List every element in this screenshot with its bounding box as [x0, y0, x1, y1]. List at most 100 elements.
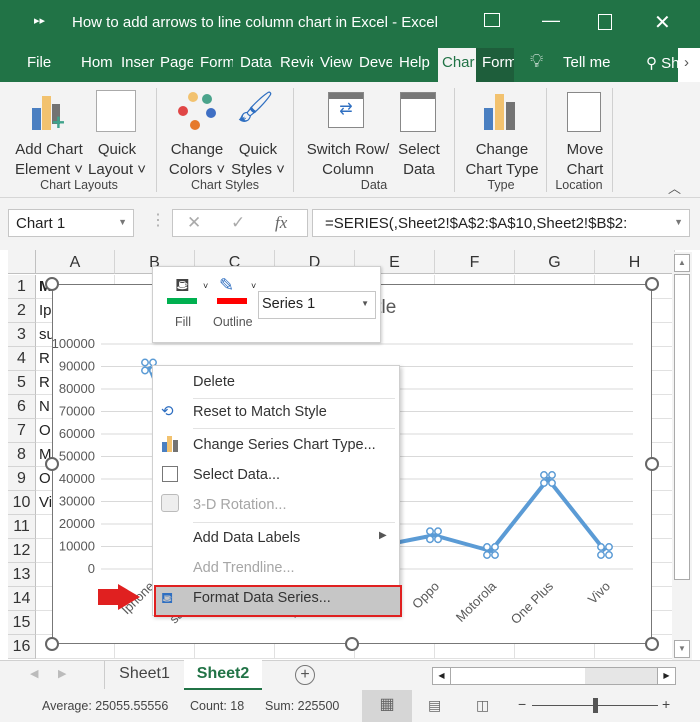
tell-me-search[interactable]: Tell me: [563, 54, 611, 71]
row-header-15[interactable]: 15: [8, 611, 36, 635]
scroll-down-icon[interactable]: ▼: [674, 640, 690, 658]
row-header-12[interactable]: 12: [8, 539, 36, 563]
add-chart-element-button[interactable]: Add Chart Element ˅: [8, 140, 90, 180]
quick-styles-button[interactable]: Quick Styles ˅: [228, 140, 288, 180]
data-point-handle[interactable]: [491, 551, 499, 559]
scroll-thumb[interactable]: [451, 668, 585, 684]
lightbulb-icon[interactable]: 💡︎: [530, 51, 543, 73]
quick-layout-button[interactable]: Quick Layout ˅: [84, 140, 150, 180]
tab-insert[interactable]: Inser: [121, 54, 154, 71]
row-header-7[interactable]: 7: [8, 419, 36, 443]
minimize-icon[interactable]: —: [542, 10, 560, 31]
resize-handle[interactable]: [645, 277, 659, 291]
row-header-4[interactable]: 4: [8, 347, 36, 371]
horizontal-scrollbar[interactable]: ◀ ▶: [432, 667, 676, 685]
scroll-up-icon[interactable]: ▲: [674, 254, 690, 272]
change-colors-button[interactable]: Change Colors ˅: [166, 140, 228, 180]
row-header-11[interactable]: 11: [8, 515, 36, 539]
row-header-13[interactable]: 13: [8, 563, 36, 587]
sheet-tab-sheet2[interactable]: Sheet2: [184, 660, 262, 690]
maximize-icon[interactable]: [598, 14, 612, 30]
insert-function-icon[interactable]: fx: [275, 213, 287, 233]
vertical-scrollbar[interactable]: ▲ ▼: [672, 252, 692, 660]
row-header-1[interactable]: 1: [8, 275, 36, 299]
data-point-handle[interactable]: [540, 479, 548, 487]
data-point-handle[interactable]: [605, 551, 613, 559]
scroll-right-icon[interactable]: ▶: [657, 668, 675, 684]
scroll-tabs-right[interactable]: ›: [678, 48, 700, 82]
resize-handle[interactable]: [45, 277, 59, 291]
resize-handle[interactable]: [45, 457, 59, 471]
row-header-14[interactable]: 14: [8, 587, 36, 611]
quick-access-icon[interactable]: ▸▸: [34, 14, 45, 27]
data-point-handle[interactable]: [426, 527, 434, 536]
row-header-6[interactable]: 6: [8, 395, 36, 419]
zoom-out-icon[interactable]: −: [518, 696, 526, 712]
column-header-G[interactable]: G: [515, 250, 595, 274]
series-select[interactable]: Series 1 ▼: [258, 291, 376, 319]
add-sheet-icon[interactable]: +: [295, 665, 315, 685]
tab-formulas[interactable]: Form: [200, 54, 233, 71]
row-header-16[interactable]: 16: [8, 635, 36, 659]
zoom-slider-thumb[interactable]: [593, 698, 598, 713]
data-point-handle[interactable]: [141, 366, 149, 375]
fill-button[interactable]: ⛾ ˅ Fill: [167, 275, 208, 329]
switch-row-column-button[interactable]: Switch Row/Column: [303, 140, 393, 180]
scroll-thumb[interactable]: [674, 274, 690, 580]
row-header-3[interactable]: 3: [8, 323, 36, 347]
tab-file[interactable]: File: [27, 54, 51, 71]
change-chart-type-button[interactable]: Change Chart Type: [458, 140, 546, 180]
data-point-handle[interactable]: [483, 551, 491, 559]
prev-sheet-icon[interactable]: ◀: [30, 667, 38, 680]
normal-view-icon[interactable]: ▦: [362, 690, 412, 722]
data-point-handle[interactable]: [434, 527, 442, 536]
data-point-handle[interactable]: [483, 543, 491, 551]
menu-item-change-series-chart-type[interactable]: Change Series Chart Type...: [193, 437, 376, 453]
formula-input[interactable]: =SERIES(,Sheet2!$A$2:$A$10,Sheet2!$B$2: ▼: [312, 209, 690, 237]
data-point-handle[interactable]: [426, 535, 434, 544]
row-header-5[interactable]: 5: [8, 371, 36, 395]
move-chart-button[interactable]: Move Chart: [554, 140, 616, 180]
data-point-handle[interactable]: [548, 479, 556, 487]
collapse-ribbon-icon[interactable]: ︿: [668, 178, 681, 197]
data-point-handle[interactable]: [540, 471, 548, 479]
tab-page-layout[interactable]: Page: [160, 54, 193, 71]
row-header-8[interactable]: 8: [8, 443, 36, 467]
expand-formula-icon[interactable]: ▼: [674, 217, 683, 227]
resize-handle[interactable]: [45, 637, 59, 651]
tab-review[interactable]: Revie: [280, 54, 313, 71]
tab-data[interactable]: Data: [240, 54, 273, 71]
row-header-10[interactable]: 10: [8, 491, 36, 515]
outline-button[interactable]: ✎ ˅ Outline: [213, 275, 263, 329]
column-header-F[interactable]: F: [435, 250, 515, 274]
page-layout-view-icon[interactable]: ▤: [428, 697, 441, 714]
sheet-tab-sheet1[interactable]: Sheet1: [104, 661, 184, 689]
data-point-handle[interactable]: [597, 543, 605, 551]
data-point-handle[interactable]: [491, 543, 499, 551]
enter-icon[interactable]: ✓: [231, 213, 245, 233]
menu-item-format-data-series[interactable]: Format Data Series...: [193, 590, 331, 606]
tab-help[interactable]: Help: [399, 54, 433, 71]
page-break-view-icon[interactable]: ◫: [476, 697, 489, 714]
menu-item-reset-to-match-style[interactable]: Reset to Match Style: [193, 404, 327, 420]
tab-chart-design[interactable]: Char: [438, 48, 476, 82]
zoom-slider[interactable]: [532, 698, 658, 713]
column-header-H[interactable]: H: [595, 250, 675, 274]
resize-handle[interactable]: [345, 637, 359, 651]
tab-view[interactable]: View: [320, 54, 353, 71]
data-point-handle[interactable]: [597, 551, 605, 559]
tab-home[interactable]: Hom: [81, 54, 115, 71]
tab-format[interactable]: Form: [476, 48, 514, 82]
cancel-icon[interactable]: ✕: [187, 213, 201, 233]
select-data-button[interactable]: Select Data: [393, 140, 445, 180]
tab-developer[interactable]: Deve: [359, 54, 392, 71]
column-header-A[interactable]: A: [36, 250, 115, 274]
menu-item-select-data[interactable]: Select Data...: [193, 467, 280, 483]
next-sheet-icon[interactable]: ▶: [58, 667, 66, 680]
scroll-left-icon[interactable]: ◀: [433, 668, 451, 684]
resize-handle[interactable]: [645, 457, 659, 471]
ribbon-display-icon[interactable]: [484, 13, 500, 27]
zoom-in-icon[interactable]: +: [662, 696, 670, 712]
menu-item-delete[interactable]: Delete: [193, 374, 235, 390]
resize-handle[interactable]: [645, 637, 659, 651]
